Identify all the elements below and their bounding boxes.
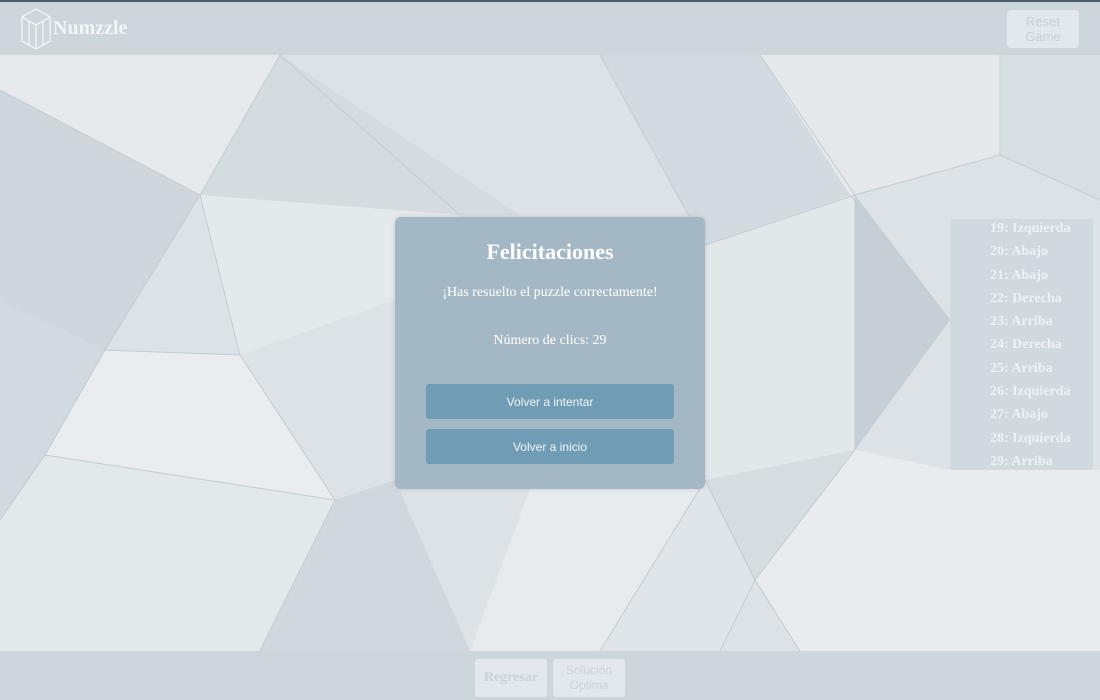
- moves-list-panel: 19: Izquierda 20: Abajo 21: Abajo 22: De…: [950, 219, 1093, 470]
- move-item: 20: Abajo: [990, 244, 1048, 260]
- bottom-bar: Regresar Solución Optima: [0, 651, 1100, 700]
- top-navbar: Numzzle Reset Game: [0, 0, 1100, 55]
- move-item: 21: Abajo: [990, 267, 1048, 283]
- move-item: 25: Arriba: [990, 360, 1053, 376]
- success-message: ¡Has resuelto el puzzle correctamente!: [442, 285, 658, 300]
- hexagon-cube-logo-icon: [21, 8, 51, 50]
- brand-name: Numzzle: [53, 17, 128, 39]
- click-count: Número de clics: 29: [493, 333, 607, 348]
- retry-button[interactable]: Volver a intentar: [426, 384, 674, 419]
- move-item: 27: Abajo: [990, 407, 1048, 423]
- back-button[interactable]: Regresar: [475, 659, 547, 697]
- move-item: 28: Izquierda: [990, 430, 1071, 446]
- move-item: 29: Arriba: [990, 453, 1053, 469]
- congratulations-modal: Felicitaciones ¡Has resuelto el puzzle c…: [395, 217, 705, 489]
- moves-list: 19: Izquierda 20: Abajo 21: Abajo 22: De…: [990, 219, 1071, 470]
- move-item: 24: Derecha: [990, 337, 1062, 353]
- reset-game-button[interactable]: Reset Game: [1007, 10, 1079, 48]
- move-item: 23: Arriba: [990, 314, 1053, 330]
- home-button[interactable]: Volver a inicio: [426, 429, 674, 464]
- move-item: 19: Izquierda: [990, 221, 1071, 236]
- move-item: 26: Izquierda: [990, 384, 1071, 400]
- move-item: 22: Derecha: [990, 290, 1062, 306]
- modal-title: Felicitaciones: [486, 239, 614, 264]
- optimal-solution-button[interactable]: Solución Optima: [553, 659, 625, 697]
